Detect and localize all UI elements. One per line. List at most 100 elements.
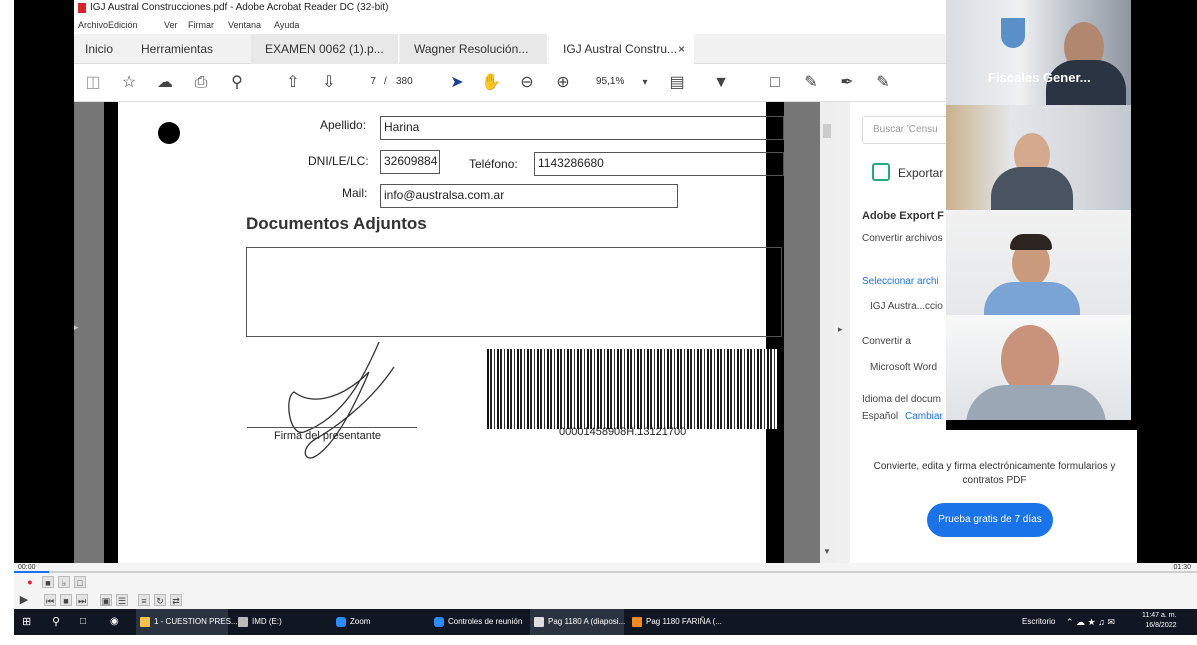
taskbar-item-zoom[interactable]: Zoom (332, 609, 424, 635)
shuffle-icon[interactable]: ⇄ (170, 594, 182, 606)
clock-date: 16/8/2022 (1145, 622, 1177, 629)
documentos-adjuntos-heading: Documentos Adjuntos (246, 214, 427, 233)
play-icon[interactable]: ▶ (18, 594, 30, 606)
menu-ayuda[interactable]: Ayuda (274, 20, 299, 30)
windows-taskbar: ⊞ ⚲ □ ◉ 1 - CUESTION PRES... IMD (E:) Zo… (14, 609, 1197, 635)
taskbar-item-pag-1180-farina[interactable]: Pag 1180 FARIÑA (... (628, 609, 722, 635)
highlight-pen-icon[interactable]: ✎ (800, 72, 822, 94)
dni-label: DNI/LE/LC: (308, 154, 369, 168)
select-cursor-icon[interactable]: ➤ (446, 72, 468, 94)
scroll-down-arrow-icon[interactable]: ▼ (823, 547, 831, 556)
scroll-mode-icon[interactable]: ▼ (710, 72, 732, 94)
zoom-in-icon[interactable]: ⊕ (552, 72, 574, 94)
video-tile-participant-4[interactable] (946, 315, 1131, 420)
print-icon[interactable]: ⎙ (190, 72, 212, 94)
search-icon[interactable]: ⚲ (52, 609, 60, 635)
taskbar-item-drive[interactable]: IMD (E:) (234, 609, 326, 635)
tab-doc-wagner[interactable]: Wagner Resolución... (400, 34, 548, 64)
menu-firmar[interactable]: Firmar (188, 20, 214, 30)
seek-bar[interactable] (14, 571, 1197, 573)
previous-page-icon[interactable]: ⇧ (282, 72, 304, 94)
player-time-end: 01:30 (1173, 564, 1191, 571)
save-icon[interactable]: ◫ (82, 72, 104, 94)
left-collapse-arrow-icon[interactable]: ▸ (74, 322, 84, 342)
barcode-number: 00001458908H.13121700 (559, 426, 687, 438)
page-number-input[interactable]: 7 (362, 76, 376, 87)
free-trial-button[interactable]: Prueba gratis de 7 días (927, 503, 1053, 537)
telefono-field: 1143286680 (534, 152, 784, 176)
signature-label: Firma del presentante (274, 430, 381, 442)
taskbar-item-cuestion[interactable]: 1 - CUESTION PRES... (136, 609, 238, 635)
select-file-link[interactable]: Seleccionar archi (862, 276, 939, 287)
telefono-label: Teléfono: (469, 157, 518, 171)
screenshot: IGJ Austral Construcciones.pdf - Adobe A… (0, 0, 1197, 645)
search-icon[interactable]: ⚲ (226, 72, 248, 94)
tray-icons[interactable]: ⌃ ☁ ★ ♫ ✉ (1066, 609, 1115, 635)
menu-ventana[interactable]: Ventana (228, 20, 261, 30)
language-value: Español (862, 411, 899, 422)
record-icon[interactable]: ● (24, 576, 36, 588)
taskbar-item-pag-1180-a[interactable]: Pag 1180 A (diaposi... (530, 609, 625, 635)
attachments-box (246, 247, 782, 337)
tab-label: Wagner Resolución... (414, 42, 529, 56)
tab-doc-examen[interactable]: EXAMEN 0062 (1).p... (251, 34, 399, 64)
taskbar-item-meeting-controls[interactable]: Controles de reunión (430, 609, 526, 635)
menu-archivo[interactable]: Archivo (78, 20, 108, 30)
video-tile-participant-2[interactable] (946, 105, 1131, 210)
vertical-scrollbar[interactable]: ▼ (820, 102, 834, 563)
player-button-icon[interactable]: □ (74, 576, 86, 588)
zoom-level[interactable]: 95,1% (596, 76, 624, 87)
signature-line (247, 427, 417, 428)
tab-doc-igj[interactable]: IGJ Austral Constru... × (549, 34, 694, 64)
clock[interactable]: 11:47 a. m. 16/8/2022 (1142, 611, 1177, 631)
export-title: Adobe Export F (862, 210, 944, 222)
left-black-bar (14, 0, 74, 563)
close-tab-icon[interactable]: × (678, 34, 685, 64)
menu-ver[interactable]: Ver (164, 20, 178, 30)
bookmark-star-icon[interactable]: ☆ (118, 72, 140, 94)
hand-tool-icon[interactable]: ✋ (480, 72, 502, 94)
title-bar: IGJ Austral Construcciones.pdf - Adobe A… (74, 0, 946, 17)
next-icon[interactable]: ⏭ (76, 594, 88, 606)
windows-start-icon[interactable]: ⊞ (22, 609, 31, 635)
export-label[interactable]: Exportar (898, 166, 943, 180)
page-total: 380 (396, 76, 413, 87)
video-tile-fiscales[interactable]: Fiscales Gener... (946, 0, 1131, 105)
fullscreen-icon[interactable]: ▣ (100, 594, 112, 606)
scrollbar-thumb[interactable] (823, 124, 831, 138)
participant-hair (1010, 234, 1052, 250)
apellido-label: Apellido: (320, 118, 367, 132)
headphones-icon[interactable]: ♭ (58, 576, 70, 588)
zoom-dropdown-icon[interactable]: ▾ (634, 72, 656, 94)
change-language-link[interactable]: Cambiar (905, 411, 943, 422)
format-select[interactable]: Microsoft Word (870, 362, 937, 373)
zoom-out-icon[interactable]: ⊖ (516, 72, 538, 94)
chrome-icon[interactable]: ◉ (110, 609, 119, 635)
page-fit-icon[interactable]: ▤ (666, 72, 688, 94)
loop-icon[interactable]: ↻ (154, 594, 166, 606)
window-title: IGJ Austral Construcciones.pdf - Adobe A… (90, 2, 389, 13)
convert-to-label: Convertir a (862, 336, 911, 347)
scan-punch-hole (158, 122, 180, 144)
previous-icon[interactable]: ⏮ (44, 594, 56, 606)
more-tools-icon[interactable]: ✎ (872, 72, 894, 94)
tab-bar: Inicio Herramientas EXAMEN 0062 (1).p...… (74, 34, 946, 64)
desktop-toolbar[interactable]: Escritorio (1022, 609, 1055, 635)
comment-icon[interactable]: □ (764, 72, 786, 94)
right-pane-toggle-icon[interactable]: ▸ (838, 324, 843, 335)
task-view-icon[interactable]: □ (80, 609, 86, 635)
document-viewport: ▸ Apellido: Harina DNI/LE/LC: 32609884 T… (74, 102, 834, 563)
player-button-icon[interactable]: ■ (42, 576, 54, 588)
right-pane-gutter: ▸ (834, 102, 850, 563)
upload-cloud-icon[interactable]: ☁ (154, 72, 176, 94)
playlist-icon[interactable]: ≡ (138, 594, 150, 606)
extended-settings-icon[interactable]: ☰ (116, 594, 128, 606)
video-tile-participant-3[interactable] (946, 210, 1131, 315)
sign-icon[interactable]: ✒ (836, 72, 858, 94)
promo-card: Convierte, edita y firma electrónicament… (852, 430, 1137, 563)
stop-icon[interactable]: ■ (60, 594, 72, 606)
tab-herramientas[interactable]: Herramientas (141, 34, 241, 64)
menu-edicion[interactable]: Edición (108, 20, 138, 30)
next-page-icon[interactable]: ⇩ (318, 72, 340, 94)
tab-inicio[interactable]: Inicio (85, 34, 135, 64)
